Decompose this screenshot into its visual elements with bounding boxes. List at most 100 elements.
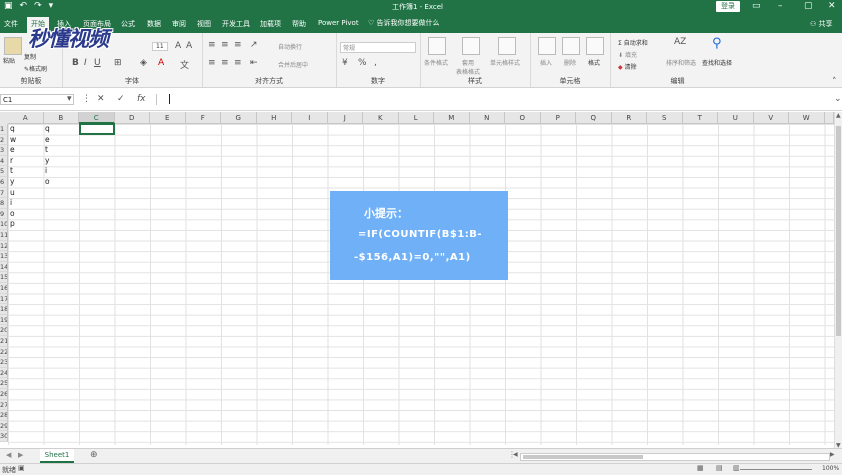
row-header[interactable]: 23 bbox=[0, 357, 8, 368]
cell-b6[interactable]: o bbox=[45, 177, 50, 187]
page-layout-view-icon[interactable]: ▤ bbox=[716, 464, 723, 472]
row-header[interactable]: 7 bbox=[0, 187, 8, 199]
sheet-tab-sheet1[interactable]: Sheet1 bbox=[40, 449, 74, 463]
macro-record-icon[interactable]: ▣ bbox=[18, 464, 25, 472]
column-header-o[interactable]: O bbox=[505, 112, 541, 124]
tab-view[interactable]: 视图 bbox=[197, 19, 211, 29]
cell-b1[interactable]: q bbox=[45, 124, 50, 134]
tab-power-pivot[interactable]: Power Pivot bbox=[318, 19, 359, 27]
align-top-icon[interactable]: ≡ bbox=[208, 40, 216, 50]
row-header[interactable]: 14 bbox=[0, 261, 8, 273]
fill-button[interactable]: ⬇ 填充 bbox=[618, 50, 637, 59]
tab-file[interactable]: 文件 bbox=[4, 19, 18, 29]
tab-developer[interactable]: 开发工具 bbox=[222, 19, 250, 29]
row-header[interactable]: 4 bbox=[0, 155, 8, 167]
next-sheet-icon[interactable]: ▶ bbox=[18, 451, 23, 459]
sort-filter-icon[interactable]: AZ bbox=[674, 37, 686, 47]
column-header-d[interactable]: D bbox=[114, 112, 150, 124]
row-header[interactable]: 24 bbox=[0, 367, 8, 379]
row-header[interactable]: 18 bbox=[0, 304, 8, 315]
tab-addins[interactable]: 加载项 bbox=[260, 19, 281, 29]
insert-function-icon[interactable]: fx bbox=[137, 94, 146, 104]
paste-button[interactable]: 粘贴 bbox=[3, 56, 15, 65]
scroll-right-icon[interactable]: ▶ bbox=[830, 451, 835, 458]
column-header-k[interactable]: K bbox=[363, 112, 399, 124]
column-header-u[interactable]: U bbox=[718, 112, 754, 124]
row-header[interactable]: 29 bbox=[0, 420, 8, 432]
conditional-format-icon[interactable] bbox=[428, 37, 446, 55]
italic-icon[interactable]: I bbox=[84, 58, 87, 68]
save-icon[interactable]: ▣ bbox=[4, 1, 13, 11]
column-header-g[interactable]: G bbox=[221, 112, 257, 124]
row-header[interactable]: 13 bbox=[0, 251, 8, 262]
tab-review[interactable]: 审阅 bbox=[172, 19, 186, 29]
percent-icon[interactable]: % bbox=[358, 58, 367, 68]
row-header[interactable]: 1 bbox=[0, 124, 8, 135]
column-header-i[interactable]: I bbox=[292, 112, 328, 124]
cell-a4[interactable]: r bbox=[10, 156, 13, 166]
cell-a3[interactable]: e bbox=[10, 145, 15, 155]
scroll-left-icon[interactable]: ◀ bbox=[513, 451, 518, 458]
column-header-b[interactable]: B bbox=[43, 112, 79, 124]
name-box[interactable]: C1 bbox=[0, 94, 74, 105]
merge-center-button[interactable]: 合并后居中 bbox=[278, 60, 308, 69]
row-header[interactable]: 27 bbox=[0, 399, 8, 411]
row-header[interactable]: 30 bbox=[0, 431, 8, 442]
column-header-r[interactable]: R bbox=[611, 112, 647, 124]
comma-icon[interactable]: , bbox=[374, 58, 377, 68]
horizontal-scrollbar[interactable] bbox=[520, 453, 830, 461]
cell-a6[interactable]: y bbox=[10, 177, 14, 187]
cell-b5[interactable]: i bbox=[45, 166, 47, 176]
enter-icon[interactable]: ✓ bbox=[117, 94, 125, 104]
page-break-view-icon[interactable]: ▥ bbox=[733, 464, 740, 472]
column-header-j[interactable]: J bbox=[327, 112, 363, 124]
active-cell-c1[interactable] bbox=[79, 123, 115, 135]
font-color-icon[interactable]: A bbox=[158, 58, 164, 68]
close-icon[interactable]: ✕ bbox=[828, 1, 836, 11]
magnifier-icon[interactable]: ⚲ bbox=[712, 36, 722, 51]
align-middle-icon[interactable]: ≡ bbox=[221, 40, 229, 50]
cell-b2[interactable]: e bbox=[45, 135, 50, 145]
paste-icon[interactable] bbox=[4, 37, 22, 55]
redo-icon[interactable]: ↷ bbox=[34, 1, 42, 11]
cell-styles-icon[interactable] bbox=[498, 37, 516, 55]
column-header-overflow[interactable] bbox=[824, 112, 834, 124]
format-cells-button[interactable]: 格式 bbox=[588, 58, 600, 67]
column-header-m[interactable]: M bbox=[434, 112, 470, 124]
scroll-thumb[interactable] bbox=[523, 455, 643, 459]
tab-data[interactable]: 数据 bbox=[147, 19, 161, 29]
format-cells-icon[interactable] bbox=[586, 37, 604, 55]
indent-icon[interactable]: ⇤ bbox=[250, 58, 258, 68]
column-header-q[interactable]: Q bbox=[576, 112, 612, 124]
row-header[interactable]: 11 bbox=[0, 230, 8, 241]
align-center-icon[interactable]: ≡ bbox=[221, 58, 229, 68]
align-left-icon[interactable]: ≡ bbox=[208, 58, 216, 68]
row-header[interactable]: 26 bbox=[0, 389, 8, 400]
cancel-icon[interactable]: ✕ bbox=[97, 94, 105, 104]
row-header[interactable]: 16 bbox=[0, 283, 8, 294]
font-size-select[interactable]: 11 bbox=[152, 42, 168, 51]
column-header-f[interactable]: F bbox=[185, 112, 221, 124]
sort-filter-button[interactable]: 排序和筛选 bbox=[666, 58, 696, 67]
row-header[interactable]: 3 bbox=[0, 145, 8, 156]
phonetic-icon[interactable]: 文 bbox=[180, 58, 189, 71]
customize-icon[interactable]: ▾ bbox=[49, 1, 54, 11]
underline-icon[interactable]: U bbox=[94, 58, 101, 68]
autosum-button[interactable]: Σ 自动求和 bbox=[618, 38, 648, 47]
share-button[interactable]: ⚇ 共享 bbox=[810, 19, 833, 29]
tab-formulas[interactable]: 公式 bbox=[121, 19, 135, 29]
minimize-icon[interactable]: – bbox=[778, 1, 783, 11]
row-header[interactable]: 22 bbox=[0, 346, 8, 358]
zoom-level[interactable]: 100% bbox=[822, 465, 839, 472]
row-header[interactable]: 25 bbox=[0, 378, 8, 389]
row-header[interactable]: 5 bbox=[0, 166, 8, 177]
delete-cells-icon[interactable] bbox=[562, 37, 580, 55]
maximize-icon[interactable]: ▢ bbox=[804, 1, 813, 11]
tab-help[interactable]: 帮助 bbox=[292, 19, 306, 29]
row-header[interactable]: 9 bbox=[0, 208, 8, 220]
column-header-v[interactable]: V bbox=[753, 112, 789, 124]
collapse-ribbon-icon[interactable]: ˄ bbox=[832, 77, 837, 87]
tell-me-box[interactable]: ♡ 告诉我你想要做什么 bbox=[368, 18, 440, 28]
column-header-w[interactable]: W bbox=[789, 112, 825, 124]
cell-a10[interactable]: p bbox=[10, 219, 15, 229]
